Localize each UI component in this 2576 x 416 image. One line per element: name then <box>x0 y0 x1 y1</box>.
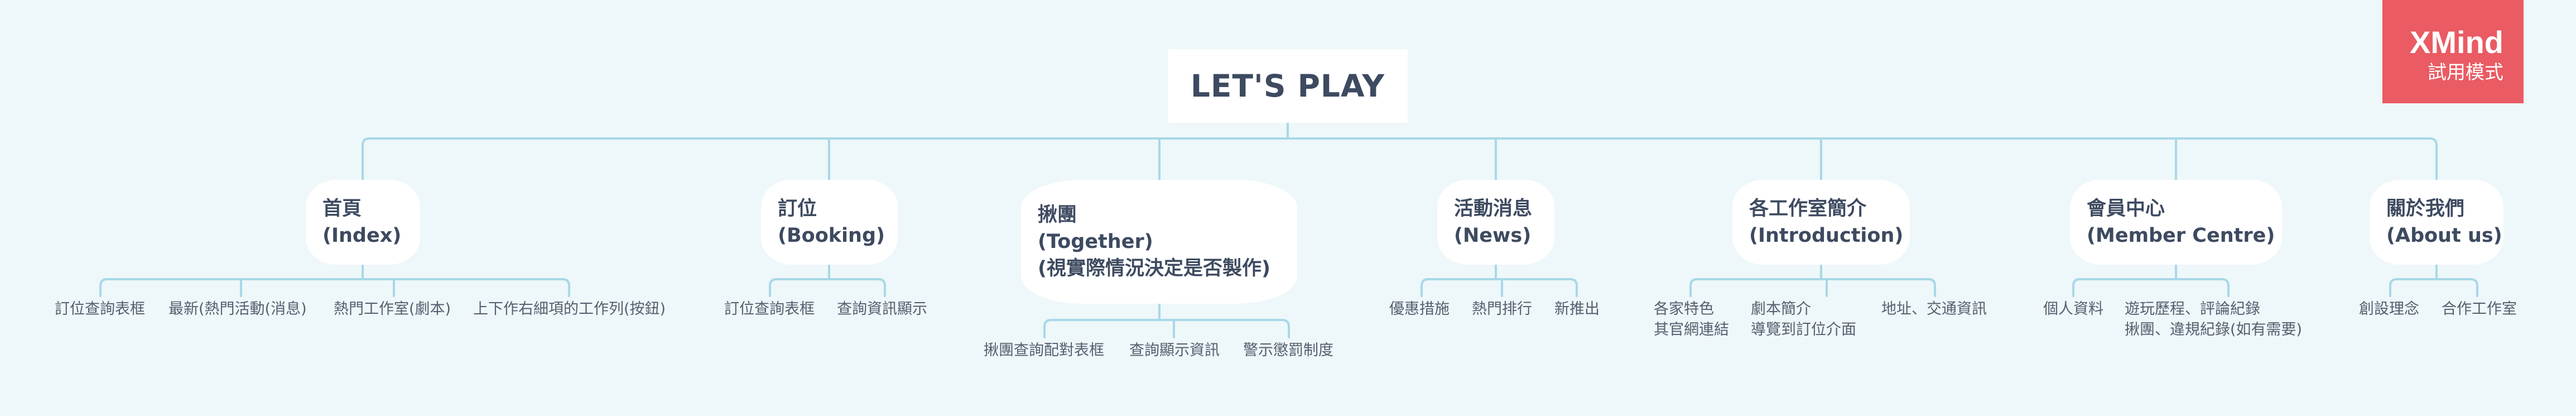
leaf-latest-hot-events[interactable]: 最新(熱門活動(消息) <box>168 299 307 319</box>
trial-mode-label: 試用模式 <box>2428 61 2503 84</box>
branch-member-centre-line-2: (Member Centre) <box>2087 224 2275 247</box>
leaf-script-intro[interactable]: 劇本簡介 導覽到訂位介面 <box>1751 299 1856 340</box>
leaf-discounts[interactable]: 優惠措施 <box>1389 299 1450 319</box>
branch-member-centre-line-1: 會員中心 <box>2087 198 2165 220</box>
leaf-new-releases[interactable]: 新推出 <box>1554 299 1600 319</box>
leaf-query-info-display[interactable]: 查詢資訊顯示 <box>837 299 927 319</box>
leaf-founding-idea[interactable]: 創設理念 <box>2359 299 2419 319</box>
branch-together-line-2: (Together) <box>1038 231 1153 253</box>
branch-about-us-line-1: 關於我們 <box>2386 198 2465 220</box>
branch-introduction[interactable]: 各工作室簡介 (Introduction) <box>1732 180 1910 265</box>
branch-index-line-2: (Index) <box>322 224 402 247</box>
xmind-trial-badge: XMind 試用模式 <box>2382 0 2524 103</box>
leaf-group-match-form[interactable]: 揪團查詢配對表框 <box>984 340 1104 361</box>
index-connector-drop-3 <box>561 278 570 297</box>
together-connector-drop-0 <box>1043 319 1052 338</box>
branch-together[interactable]: 揪團 (Together) (視實際情況決定是否製作) <box>1021 180 1297 304</box>
root-connector-drop-6 <box>2429 137 2438 181</box>
leaf-hot-ranking[interactable]: 熱門排行 <box>1472 299 1532 319</box>
branch-index[interactable]: 首頁 (Index) <box>306 180 420 265</box>
branch-introduction-line-2: (Introduction) <box>1749 224 1904 247</box>
mind-map: LET'S PLAY 首頁 (Index) 訂位查詢表框 最新(熱門活動(消息)… <box>0 0 2576 416</box>
news-connector-drop-2 <box>1569 278 1578 297</box>
together-connector-drop-2 <box>1281 319 1290 338</box>
branch-booking-line-1: 訂位 <box>778 198 817 220</box>
branch-news-line-2: (News) <box>1454 224 1532 247</box>
branch-booking[interactable]: 訂位 (Booking) <box>761 180 898 265</box>
member-connector-drop-1 <box>2221 278 2230 297</box>
index-connector-drop-0 <box>99 278 108 297</box>
news-connector-drop-0 <box>1421 278 1429 297</box>
about-connector-drop-1 <box>2469 278 2478 297</box>
leaf-query-display-info[interactable]: 查詢顯示資訊 <box>1129 340 1220 361</box>
branch-news[interactable]: 活動消息 (News) <box>1437 180 1554 265</box>
root-topic-label: LET'S PLAY <box>1190 68 1385 104</box>
about-connector-drop-0 <box>2389 278 2398 297</box>
branch-introduction-line-1: 各工作室簡介 <box>1749 198 1867 220</box>
root-topic[interactable]: LET'S PLAY <box>1168 49 1408 123</box>
xmind-brand: XMind <box>2410 25 2503 60</box>
branch-news-line-1: 活動消息 <box>1454 198 1533 220</box>
branch-booking-line-2: (Booking) <box>778 224 885 247</box>
branch-together-line-1: 揪團 <box>1038 204 1077 226</box>
introduction-connector-drop-0 <box>1689 278 1698 297</box>
introduction-connector-drop-2 <box>1927 278 1936 297</box>
branch-together-line-3: (視實際情況決定是否製作) <box>1038 257 1270 280</box>
leaf-address-transport[interactable]: 地址、交通資訊 <box>1881 299 1987 319</box>
booking-connector-drop-0 <box>769 278 778 297</box>
branch-about-us[interactable]: 關於我們 (About us) <box>2370 180 2503 265</box>
leaf-toolbar-buttons[interactable]: 上下作右細項的工作列(按鈕) <box>473 299 666 319</box>
leaf-partner-studios[interactable]: 合作工作室 <box>2442 299 2517 319</box>
leaf-booking-query-form[interactable]: 訂位查詢表框 <box>55 299 145 319</box>
branch-about-us-line-2: (About us) <box>2386 224 2502 247</box>
leaf-booking-query-form-2[interactable]: 訂位查詢表框 <box>724 299 815 319</box>
branch-member-centre[interactable]: 會員中心 (Member Centre) <box>2070 180 2282 265</box>
member-connector-drop-0 <box>2072 278 2081 297</box>
leaf-play-history[interactable]: 遊玩歷程、評論紀錄 揪團、違規紀錄(如有需要) <box>2125 299 2302 340</box>
branch-index-line-1: 首頁 <box>322 198 362 220</box>
root-connector-drop-0 <box>362 137 370 181</box>
leaf-penalty-system[interactable]: 警示懲罰制度 <box>1243 340 1333 361</box>
leaf-studio-features[interactable]: 各家特色 其官網連結 <box>1654 299 1729 340</box>
leaf-personal-info[interactable]: 個人資料 <box>2043 299 2103 319</box>
leaf-hot-studios[interactable]: 熱門工作室(劇本) <box>334 299 451 319</box>
booking-connector-drop-1 <box>877 278 886 297</box>
